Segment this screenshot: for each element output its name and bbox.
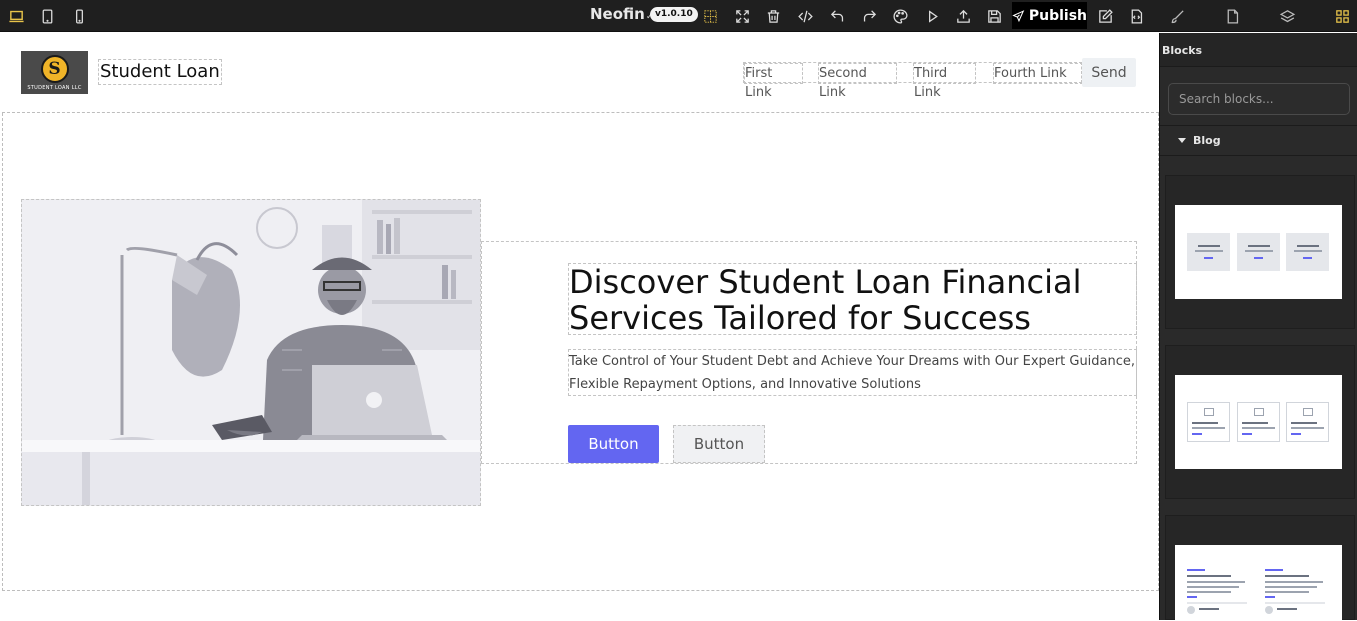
secondary-button[interactable]: Button bbox=[673, 425, 765, 463]
block-preview bbox=[1175, 375, 1342, 469]
floppy-icon[interactable] bbox=[982, 4, 1006, 28]
edit-icon[interactable] bbox=[1093, 4, 1117, 28]
nav-link-third[interactable]: Third Link bbox=[913, 63, 976, 100]
primary-button[interactable]: Button bbox=[568, 425, 659, 463]
app-brand: Neofin✓ bbox=[590, 5, 653, 23]
palette-icon[interactable] bbox=[888, 4, 912, 28]
blocks-icon[interactable] bbox=[1330, 4, 1354, 28]
page-icon[interactable] bbox=[1220, 4, 1244, 28]
mobile-icon[interactable] bbox=[67, 4, 91, 28]
upload-icon[interactable] bbox=[951, 4, 975, 28]
editor-canvas[interactable]: S STUDENT LOAN LLC Student Loan First Li… bbox=[0, 33, 1159, 620]
fullscreen-icon[interactable] bbox=[730, 4, 754, 28]
layers-icon[interactable] bbox=[1275, 4, 1299, 28]
category-blog[interactable]: Blog bbox=[1160, 126, 1357, 156]
logo-emblem: S bbox=[40, 54, 69, 83]
trash-icon[interactable] bbox=[761, 4, 785, 28]
site-logo[interactable]: S STUDENT LOAN LLC bbox=[21, 51, 88, 94]
brush-icon[interactable] bbox=[1165, 4, 1189, 28]
site-header[interactable]: S STUDENT LOAN LLC Student Loan First Li… bbox=[2, 33, 1159, 113]
logo-text: STUDENT LOAN LLC bbox=[27, 84, 82, 91]
redo-icon[interactable] bbox=[857, 4, 881, 28]
site-title[interactable]: Student Loan bbox=[98, 59, 222, 85]
play-icon[interactable] bbox=[920, 4, 944, 28]
caret-down-icon bbox=[1178, 138, 1186, 143]
block-blog-3[interactable] bbox=[1165, 515, 1355, 621]
block-blog-1[interactable] bbox=[1165, 175, 1355, 329]
nav-link-first[interactable]: First Link bbox=[744, 63, 803, 100]
send-button[interactable]: Send bbox=[1082, 58, 1136, 87]
block-preview bbox=[1175, 205, 1342, 299]
undo-icon[interactable] bbox=[825, 4, 849, 28]
hero-subtitle[interactable]: Take Control of Your Student Debt and Ac… bbox=[568, 349, 1137, 396]
search-wrap bbox=[1160, 67, 1357, 126]
block-blog-2[interactable] bbox=[1165, 345, 1355, 499]
publish-label: Publish bbox=[1028, 7, 1087, 24]
nav-link-fourth[interactable]: Fourth Link bbox=[993, 63, 1083, 84]
search-blocks-input[interactable] bbox=[1168, 83, 1350, 115]
code-icon[interactable] bbox=[793, 4, 817, 28]
category-label: Blog bbox=[1193, 134, 1221, 147]
publish-button[interactable]: Publish bbox=[1012, 2, 1087, 29]
laptop-icon[interactable] bbox=[4, 4, 28, 28]
hero-title[interactable]: Discover Student Loan Financial Services… bbox=[568, 263, 1137, 336]
tablet-icon[interactable] bbox=[35, 4, 59, 28]
hero-image[interactable] bbox=[21, 199, 481, 506]
editor-toolbar: Neofin✓ v1.0.10 Publish bbox=[0, 0, 1357, 32]
version-badge: v1.0.10 bbox=[650, 7, 698, 22]
panel-title: Blocks bbox=[1160, 33, 1357, 67]
block-preview bbox=[1175, 545, 1342, 621]
file-code-icon[interactable] bbox=[1124, 4, 1148, 28]
grid-icon[interactable] bbox=[698, 4, 722, 28]
nav-link-second[interactable]: Second Link bbox=[818, 63, 897, 100]
nav-links: First Link Second Link Third Link Fourth… bbox=[743, 62, 1083, 100]
